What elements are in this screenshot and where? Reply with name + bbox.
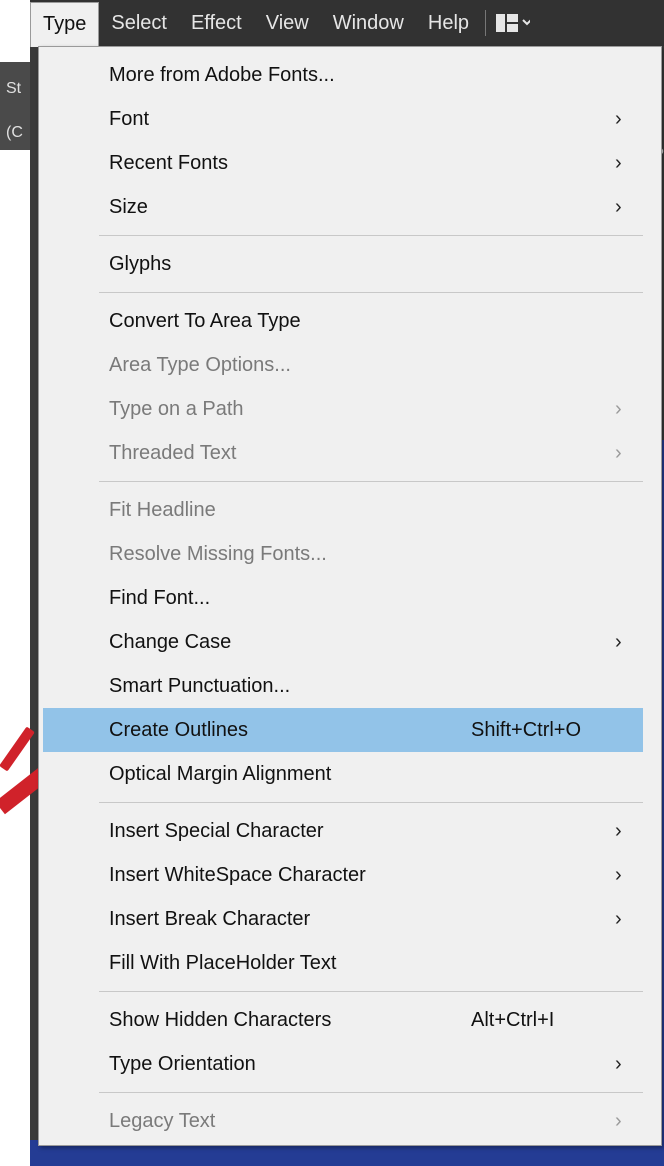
menu-item-label: Fit Headline [109,498,216,521]
panel-fragment-label: St [6,80,22,97]
menu-item-find-font[interactable]: Find Font... [39,576,661,620]
menu-item-label: Resolve Missing Fonts... [109,542,327,565]
menu-item-recent-fonts[interactable]: Recent Fonts › [39,141,661,185]
menu-view[interactable]: View [254,3,321,43]
menu-item-label: Legacy Text [109,1109,216,1132]
type-dropdown-menu: More from Adobe Fonts... Font › Recent Font… [38,46,662,1146]
menubar-divider [485,10,487,36]
left-panel-strip: St (C [0,62,30,150]
menu-item-more-from-adobe-fonts[interactable]: More from Adobe Fonts... [39,53,661,97]
menu-separator [99,292,643,293]
chevron-right-icon: › [615,907,622,930]
menu-separator [99,991,643,992]
menu-item-label: Find Font... [109,586,211,609]
menu-item-label: Optical Margin Alignment [109,762,332,785]
menu-item-create-outlines[interactable]: Create Outlines Shift+Ctrl+O [43,708,643,752]
menu-item-size[interactable]: Size › [39,185,661,229]
menu-item-smart-punctuation[interactable]: Smart Punctuation... [39,664,661,708]
menu-type[interactable]: Type [30,1,100,47]
chevron-right-icon: › [615,819,622,842]
chevron-right-icon: › [615,1109,622,1132]
menu-item-label: Recent Fonts [109,151,228,174]
menu-item-convert-to-area-type[interactable]: Convert To Area Type [39,299,661,343]
menu-item-fit-headline: Fit Headline [39,488,661,532]
menu-item-label: Font [109,107,150,130]
menu-item-label: Insert Break Character [109,907,311,930]
chevron-right-icon: › [615,107,622,130]
menu-item-label: Smart Punctuation... [109,674,291,697]
menu-item-shortcut: Alt+Ctrl+I [471,1008,555,1031]
menu-item-glyphs[interactable]: Glyphs [39,242,661,286]
menu-item-label: Insert Special Character [109,819,324,842]
menu-item-label: Convert To Area Type [109,309,301,332]
menu-bar: Type Select Effect View Window Help [30,0,664,47]
workspace-grid-icon[interactable] [496,12,531,34]
chevron-right-icon: › [615,1052,622,1075]
menu-item-insert-whitespace-character[interactable]: Insert WhiteSpace Character › [39,853,661,897]
menu-effect[interactable]: Effect [179,3,254,43]
chevron-right-icon: › [615,863,622,886]
chevron-right-icon: › [615,441,622,464]
menu-item-type-orientation[interactable]: Type Orientation › [39,1042,661,1086]
menu-separator [99,235,643,236]
menu-window[interactable]: Window [321,3,416,43]
menu-item-font[interactable]: Font › [39,97,661,141]
menu-item-area-type-options: Area Type Options... [39,343,661,387]
menu-item-resolve-missing-fonts: Resolve Missing Fonts... [39,532,661,576]
chevron-right-icon: › [615,151,622,174]
menu-separator [99,481,643,482]
menu-item-shortcut: Shift+Ctrl+O [471,718,582,741]
menu-item-threaded-text: Threaded Text › [39,431,661,475]
menu-item-insert-break-character[interactable]: Insert Break Character › [39,897,661,941]
menu-item-optical-margin-alignment[interactable]: Optical Margin Alignment [39,752,661,796]
chevron-right-icon: › [615,195,622,218]
menu-item-show-hidden-characters[interactable]: Show Hidden Characters Alt+Ctrl+I [39,998,661,1042]
menu-item-label: Threaded Text [109,441,237,464]
menu-item-fill-with-placeholder-text[interactable]: Fill With PlaceHolder Text [39,941,661,985]
menu-separator [99,802,643,803]
menu-item-label: Type on a Path [109,397,244,420]
menu-item-label: Size [109,195,148,218]
menu-item-label: Create Outlines [109,718,248,741]
menu-item-label: Type Orientation [109,1052,256,1075]
menu-select[interactable]: Select [99,3,179,43]
menu-item-label: More from Adobe Fonts... [109,63,335,86]
menu-items: More from Adobe Fonts... Font › Recent Font… [39,53,661,1143]
menu-item-label: Area Type Options... [109,353,291,376]
menu-item-change-case[interactable]: Change Case › [39,620,661,664]
menu-item-type-on-a-path: Type on a Path › [39,387,661,431]
chevron-right-icon: › [615,397,622,420]
menu-item-label: Change Case [109,630,232,653]
menu-item-label: Glyphs [109,252,172,275]
menu-item-insert-special-character[interactable]: Insert Special Character › [39,809,661,853]
menu-item-label: Fill With PlaceHolder Text [109,951,337,974]
menu-item-legacy-text: Legacy Text › [39,1099,661,1143]
menu-item-label: Show Hidden Characters [109,1008,332,1031]
chevron-right-icon: › [615,630,622,653]
panel-fragment-label: (C [6,124,23,141]
menu-help[interactable]: Help [416,3,481,43]
menu-item-label: Insert WhiteSpace Character [109,863,366,886]
menu-separator [99,1092,643,1093]
